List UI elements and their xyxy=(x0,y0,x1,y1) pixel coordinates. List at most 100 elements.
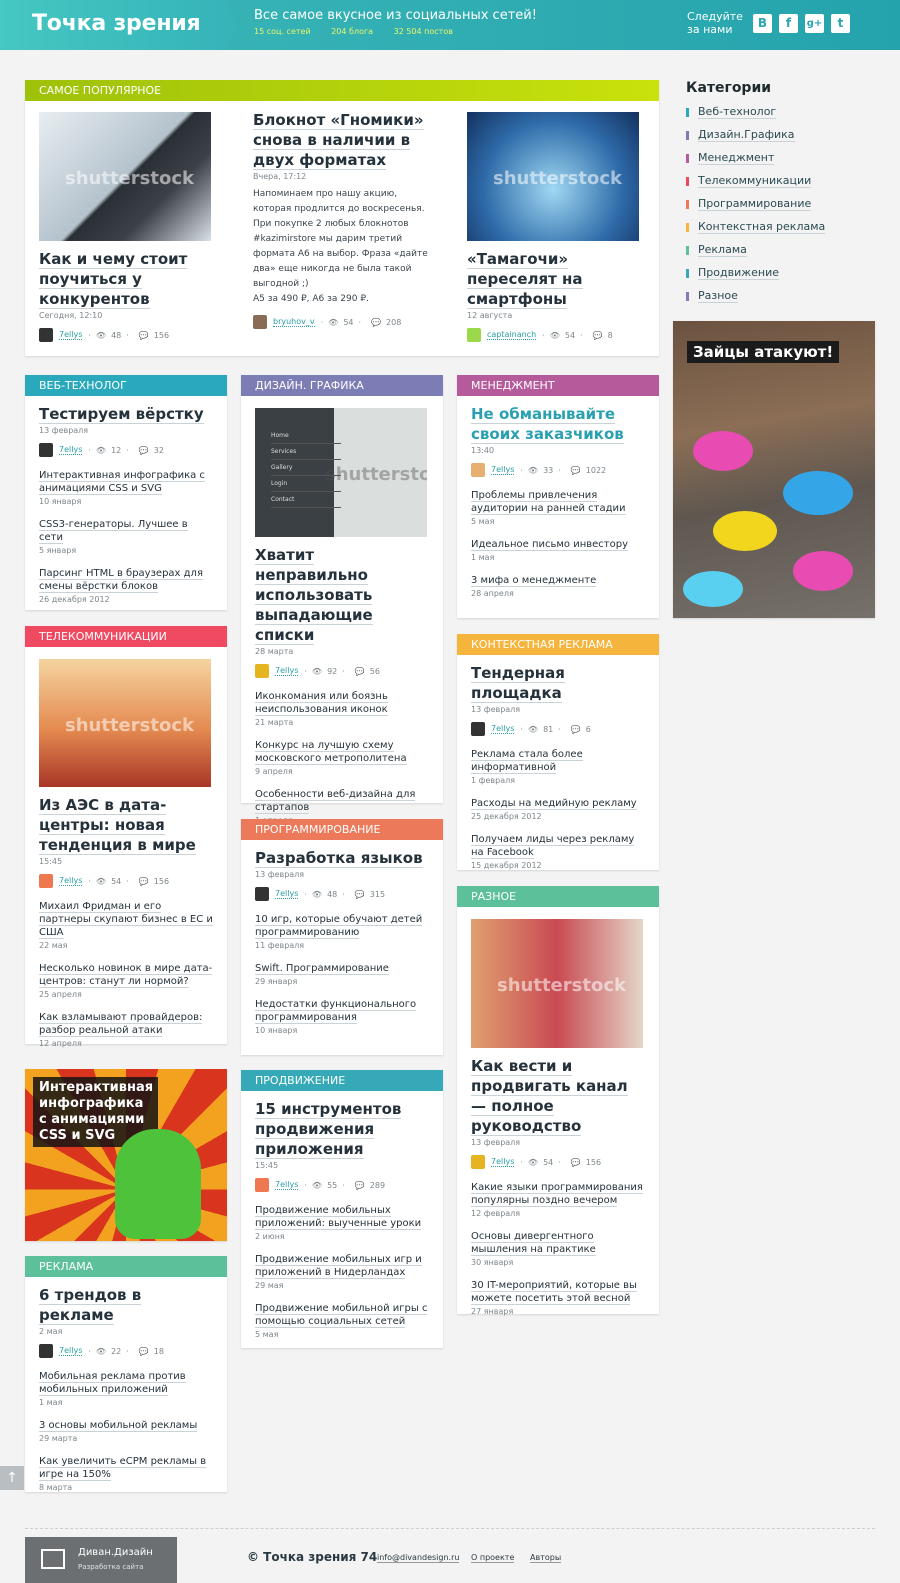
category-link[interactable]: Веб-технолог xyxy=(686,105,825,119)
monster-illustration xyxy=(115,1129,201,1239)
list-item-title[interactable]: Иконкомания или боязнь неиспользования и… xyxy=(255,690,429,716)
list-item-title[interactable]: Как взламывают провайдеров: разбор реаль… xyxy=(39,1011,213,1037)
list-item-title[interactable]: 3 основы мобильной рекламы xyxy=(39,1419,213,1432)
category-link[interactable]: Телекоммуникации xyxy=(686,174,825,188)
facebook-icon[interactable]: f xyxy=(779,14,798,33)
section-photo[interactable]: shutterstock xyxy=(471,919,643,1048)
list-item-title[interactable]: Особенности веб-дизайна для стартапов xyxy=(255,788,429,814)
list-item-title[interactable]: CSS3-генераторы. Лучшее в сети xyxy=(39,518,213,544)
list-item-title[interactable]: Проблемы привлечения аудитории на ранней… xyxy=(471,489,645,515)
category-link[interactable]: Контекстная реклама xyxy=(686,220,826,234)
section-label[interactable]: Менеджмент xyxy=(457,375,659,396)
list-item-date: 5 мая xyxy=(255,1330,279,1339)
list-item-title[interactable]: Получаем лиды через рекламу на Facebook xyxy=(471,833,645,859)
section-photo[interactable]: Home Services Gallery Login Contact shutters… xyxy=(255,408,427,537)
list-item-title[interactable]: Расходы на медийную рекламу xyxy=(471,797,645,810)
author-link[interactable]: captainanch xyxy=(487,330,537,340)
section-ads: Реклама 6 трендов в рекламе 2 мая 7ellys… xyxy=(25,1256,227,1492)
list-item-title[interactable]: Как увеличить eCPM рекламы в игре на 150… xyxy=(39,1455,213,1481)
author-link[interactable]: 7ellys xyxy=(275,1180,299,1190)
category-link[interactable]: Продвижение xyxy=(686,266,825,280)
list-item-date: 29 мая xyxy=(255,1281,284,1290)
lead-title[interactable]: Не обманывайте своих заказчиков xyxy=(471,404,645,444)
section-label[interactable]: Веб-технолог xyxy=(25,375,227,396)
section-label[interactable]: Телекоммуникации xyxy=(25,626,227,647)
footer-authors-link[interactable]: Авторы xyxy=(530,1553,562,1563)
section-body: shutterstock Как вести и продвигать кана… xyxy=(457,907,659,1328)
list-item-title[interactable]: Парсинг HTML в браузерах для смены вёрст… xyxy=(39,567,213,593)
lead-title[interactable]: Из АЭС в дата-центры: новая тенденция в … xyxy=(39,795,213,855)
list-item-title[interactable]: Swift. Программирование xyxy=(255,962,429,975)
lead-title[interactable]: Тестируем вёрстку xyxy=(39,404,213,424)
author-link[interactable]: 7ellys xyxy=(59,1346,83,1356)
lead-title[interactable]: 6 трендов в рекламе xyxy=(39,1285,213,1325)
list-item-title[interactable]: 30 IT-мероприятий, которые вы можете пос… xyxy=(471,1279,645,1305)
lead-title[interactable]: Как вести и продвигать канал — полное ру… xyxy=(471,1056,645,1136)
list-item-title[interactable]: Недостатки функционального программирова… xyxy=(255,998,429,1024)
category-link[interactable]: Программирование xyxy=(686,197,825,211)
lead-title[interactable]: Хватит неправильно использовать выпадающ… xyxy=(255,545,429,645)
list-item-title[interactable]: Мобильная реклама против мобильных прило… xyxy=(39,1370,213,1396)
list-item-title[interactable]: 10 игр, которые обучают детей программир… xyxy=(255,913,429,939)
popular-photo-3[interactable]: shutterstock xyxy=(467,112,639,241)
list-item-title[interactable]: Конкурс на лучшую схему московского метр… xyxy=(255,739,429,765)
category-link[interactable]: Дизайн.Графика xyxy=(686,128,825,142)
popular-title-2[interactable]: Блокнот «Гномики» снова в наличии в двух… xyxy=(253,110,433,170)
category-link[interactable]: Разное xyxy=(686,289,825,303)
site-logo[interactable]: Точка зрения 74 xyxy=(0,0,238,50)
lead-title[interactable]: Разработка языков xyxy=(255,848,429,868)
post-meta: 7ellys · 👁 48 · 💬 156 xyxy=(39,328,211,342)
author-link[interactable]: 7ellys xyxy=(59,876,83,886)
section-label[interactable]: Продвижение xyxy=(241,1070,443,1091)
author-link[interactable]: 7ellys xyxy=(59,330,83,340)
list-item-title[interactable]: Основы дивергентного мышления на практик… xyxy=(471,1230,645,1256)
list-item: Продвижение мобильной игры с помощью соц… xyxy=(255,1302,429,1339)
list-item: Реклама стала более информативной 1 февра… xyxy=(471,748,645,785)
scroll-top-icon[interactable]: ↑ xyxy=(0,1466,24,1490)
section-label[interactable]: Контекстная реклама xyxy=(457,634,659,655)
section-label[interactable]: Разное xyxy=(457,886,659,907)
category-link[interactable]: Менеджмент xyxy=(686,151,825,165)
list-item-title[interactable]: Продвижение мобильной игры с помощью соц… xyxy=(255,1302,429,1328)
lead-title[interactable]: Тендерная площадка xyxy=(471,663,645,703)
popular-title-1[interactable]: Как и чему стоит поучиться у конкурентов xyxy=(39,249,211,309)
author-link[interactable]: 7ellys xyxy=(275,889,299,899)
list-item-title[interactable]: Продвижение мобильных игр и приложений в… xyxy=(255,1253,429,1279)
section-label[interactable]: Реклама xyxy=(25,1256,227,1277)
twitter-icon[interactable]: t xyxy=(831,14,850,33)
views-count: 48 xyxy=(111,330,122,340)
author-link[interactable]: 7ellys xyxy=(491,724,515,734)
list-item-title[interactable]: Несколько новинок в мире дата-центров: с… xyxy=(39,962,213,988)
author-link[interactable]: 7ellys xyxy=(491,1157,515,1167)
ad-banner-infographic[interactable]: Интерактивная инфографика с анимациями C… xyxy=(25,1069,227,1241)
list-item-title[interactable]: Какие языки программирования популярны п… xyxy=(471,1181,645,1207)
popular-photo-1[interactable]: shutterstock xyxy=(39,112,211,241)
author-link[interactable]: 7ellys xyxy=(59,445,83,455)
list-item-title[interactable]: 3 мифа о менеджменте xyxy=(471,574,645,587)
section-body: Разработка языков 13 февраля 7ellys · 👁 48 ·… xyxy=(241,840,443,1043)
author-link[interactable]: bryuhov_v xyxy=(273,317,315,327)
list-item-title[interactable]: Михаил Фридман и его партнеры скупают би… xyxy=(39,900,213,939)
list-item-title[interactable]: Интерактивная инфографика с анимациями C… xyxy=(39,469,213,495)
lead-title[interactable]: 15 инструментов продвижения приложения xyxy=(255,1099,429,1159)
category-marker xyxy=(686,130,689,140)
comments-icon: 💬 xyxy=(592,330,603,340)
studio-badge[interactable]: Диван.Дизайн Разработка сайта xyxy=(25,1537,177,1583)
section-label[interactable]: Дизайн. Графика xyxy=(241,375,443,396)
section-label[interactable]: Программирование xyxy=(241,819,443,840)
list-item-title[interactable]: Идеальное письмо инвестору xyxy=(471,538,645,551)
author-link[interactable]: 7ellys xyxy=(491,465,515,475)
list-item-date: 9 апреля xyxy=(255,767,293,776)
list-item-date: 29 марта xyxy=(39,1434,78,1443)
ad-banner-rabbits[interactable]: Зайцы атакуют! xyxy=(673,321,875,618)
section-photo[interactable]: shutterstock xyxy=(39,659,211,787)
category-link[interactable]: Реклама xyxy=(686,243,825,257)
popular-title-3[interactable]: «Тамагочи» переселят на смартфоны xyxy=(467,249,639,309)
footer-about-link[interactable]: О проекте xyxy=(471,1553,515,1563)
author-link[interactable]: 7ellys xyxy=(275,666,299,676)
list-item-title[interactable]: Реклама стала более информативной xyxy=(471,748,645,774)
googleplus-icon[interactable]: g+ xyxy=(805,14,824,33)
footer-email-link[interactable]: info@divandesign.ru xyxy=(377,1553,460,1563)
vk-icon[interactable]: В xyxy=(753,14,772,33)
list-item-title[interactable]: Продвижение мобильных приложений: выучен… xyxy=(255,1204,429,1230)
